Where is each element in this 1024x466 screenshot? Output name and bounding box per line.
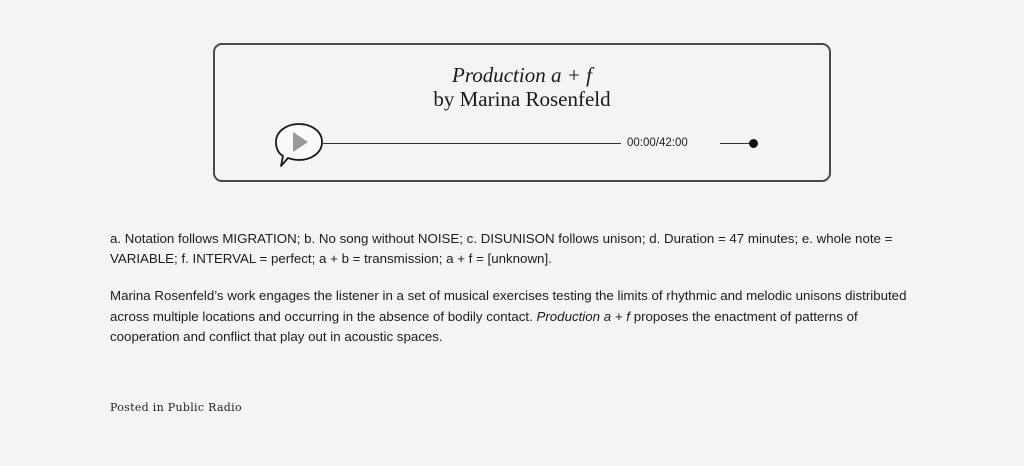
description-work-title: Production a + f	[536, 308, 630, 324]
play-button[interactable]	[273, 121, 325, 171]
posted-in: Posted in Public Radio	[110, 401, 242, 414]
time-readout: 00:00/42:00	[627, 137, 688, 149]
notation-notes: a. Notation follows MIGRATION; b. No son…	[110, 231, 893, 266]
work-description: Marina Rosenfeld’s work engages the list…	[110, 286, 930, 348]
category-link[interactable]: Public Radio	[168, 401, 242, 414]
track-title: Production a + f	[452, 63, 592, 87]
volume-handle[interactable]	[749, 139, 758, 148]
posted-prefix: Posted in	[110, 401, 168, 414]
play-speech-bubble-icon	[275, 123, 323, 167]
audio-player: Production a + f by Marina Rosenfeld 00:…	[213, 43, 831, 182]
track-byline: by Marina Rosenfeld	[433, 87, 611, 111]
progress-track[interactable]	[323, 143, 621, 144]
